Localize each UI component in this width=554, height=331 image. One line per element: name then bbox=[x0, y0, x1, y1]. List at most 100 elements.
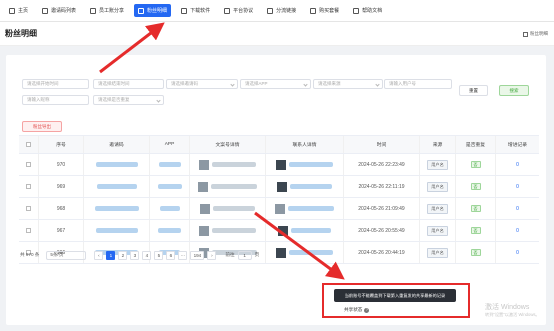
page-button[interactable]: 6 bbox=[166, 250, 176, 260]
row-time: 2024-05-26 22:23:49 bbox=[344, 154, 420, 175]
nav-item-fan-details[interactable]: 粉丝明细 bbox=[134, 4, 172, 17]
avatar bbox=[276, 159, 286, 170]
nav-item-employee-share[interactable]: 员工账分享 bbox=[86, 4, 128, 17]
row-checkbox[interactable] bbox=[26, 184, 31, 189]
avatar bbox=[199, 159, 209, 170]
record-link[interactable]: 0 bbox=[496, 242, 539, 263]
page-button[interactable]: 5 bbox=[154, 250, 164, 260]
nav-label: 分流链接 bbox=[276, 8, 297, 14]
prev-page-button[interactable]: ‹ bbox=[94, 250, 104, 260]
record-link[interactable]: 0 bbox=[496, 176, 539, 197]
source-select[interactable]: 请选择来源 bbox=[313, 79, 383, 89]
avatar bbox=[277, 181, 287, 192]
record-link[interactable]: 0 bbox=[496, 220, 539, 241]
breadcrumb: 粉丝明细 bbox=[523, 31, 548, 37]
chevron-down-icon bbox=[156, 98, 161, 103]
nav-item-split-link[interactable]: 分流链接 bbox=[263, 4, 300, 17]
record-link[interactable]: 0 bbox=[496, 198, 539, 219]
nav-item-protocol[interactable]: 平台协议 bbox=[220, 4, 257, 17]
page-button[interactable]: 4 bbox=[142, 250, 152, 260]
page-unit: 页 bbox=[254, 252, 260, 257]
table-row[interactable]: 967 2024-05-26 20:55:49 用户名 否 0 bbox=[19, 220, 539, 242]
redacted-invite-code bbox=[95, 162, 138, 167]
row-id: 969 bbox=[39, 176, 84, 197]
page-button[interactable]: 1 bbox=[106, 250, 116, 260]
row-checkbox[interactable] bbox=[26, 162, 31, 167]
page-button[interactable]: 3 bbox=[130, 250, 140, 260]
redacted-invite-code bbox=[96, 184, 137, 189]
user-number-input[interactable]: 请输入用户号 bbox=[384, 79, 452, 89]
cart-icon bbox=[310, 7, 317, 14]
list-icon bbox=[42, 7, 49, 14]
record-link[interactable]: 0 bbox=[496, 154, 539, 175]
row-time: 2024-05-26 21:09:49 bbox=[344, 198, 420, 219]
protocol-icon bbox=[224, 7, 231, 14]
repeat-tag: 否 bbox=[470, 205, 481, 212]
row-time: 2024-05-26 20:44:19 bbox=[344, 242, 420, 263]
col-repeat: 是否重复 bbox=[456, 136, 496, 153]
redacted-contact bbox=[290, 184, 332, 189]
help-icon bbox=[353, 7, 360, 14]
col-id: 序号 bbox=[39, 136, 84, 153]
page-ellipsis[interactable]: ··· bbox=[178, 250, 188, 260]
redacted-contact bbox=[291, 228, 331, 233]
nav-item-invite-codes[interactable]: 邀请码列表 bbox=[38, 4, 80, 17]
redacted-contact bbox=[288, 206, 334, 211]
source-tag: 用户名 bbox=[427, 159, 448, 170]
nickname-input[interactable]: 请输入昵称 bbox=[22, 95, 89, 105]
chevron-down-icon bbox=[230, 82, 235, 87]
row-id: 968 bbox=[39, 198, 84, 219]
home-icon[interactable] bbox=[523, 31, 528, 37]
table-row[interactable]: 968 2024-05-26 21:09:49 用户名 否 0 bbox=[19, 198, 539, 220]
chevron-down-icon bbox=[303, 82, 308, 87]
redacted-contact bbox=[289, 250, 333, 255]
invite-code-select[interactable]: 请选择邀请码 bbox=[166, 79, 238, 89]
nav-item-download[interactable]: 下载软件 bbox=[177, 4, 214, 17]
redacted-contact bbox=[289, 162, 333, 167]
breadcrumb-current: 粉丝明细 bbox=[530, 31, 548, 36]
app-select[interactable]: 请选择APP bbox=[240, 79, 311, 89]
nav-item-buy-plan[interactable]: 购买套餐 bbox=[306, 4, 343, 17]
redacted-copy-detail bbox=[211, 184, 257, 189]
goto-page-input[interactable]: 1 bbox=[237, 250, 252, 260]
next-page-button[interactable]: › bbox=[207, 250, 217, 260]
nav-label: 平台协议 bbox=[233, 8, 254, 14]
fans-table: 序号 邀请码 APP 文案号详情 联系人详情 时间 来源 是否重复 增进记录 9… bbox=[19, 135, 539, 264]
row-id: 970 bbox=[39, 154, 84, 175]
page-button[interactable]: 194 bbox=[190, 250, 205, 260]
col-copy-detail: 文案号详情 bbox=[190, 136, 266, 153]
row-checkbox[interactable] bbox=[26, 206, 31, 211]
page-size-select[interactable]: 5条/页 bbox=[46, 250, 87, 260]
nav-item-help[interactable]: 帮助文档 bbox=[349, 4, 386, 17]
pagination: 共 970 条 5条/页 ‹ 1 2 3 4 5 6 ··· 194 › 前往 … bbox=[20, 250, 259, 260]
redacted-app bbox=[159, 206, 180, 211]
nav-item-home[interactable]: 主页 bbox=[5, 4, 32, 17]
col-time: 时间 bbox=[344, 136, 420, 153]
repeat-select[interactable]: 请选择是否重复 bbox=[93, 95, 164, 105]
avatar bbox=[276, 247, 286, 258]
col-invite-code: 邀请码 bbox=[84, 136, 150, 153]
share-icon bbox=[90, 7, 97, 14]
page-title: 粉丝明细 bbox=[5, 29, 37, 38]
col-record: 增进记录 bbox=[507, 143, 528, 148]
select-all-checkbox[interactable] bbox=[26, 142, 31, 147]
table-row[interactable]: 969 2024-05-26 22:11:19 用户名 否 0 bbox=[19, 176, 539, 198]
col-contact-detail: 联系人详情 bbox=[266, 136, 344, 153]
end-time-filter[interactable]: 请选择结束时间 bbox=[93, 79, 164, 89]
search-button[interactable]: 搜索 bbox=[499, 85, 529, 96]
repeat-tag: 否 bbox=[470, 183, 481, 190]
export-fans-button[interactable]: 粉丝导出 bbox=[22, 121, 62, 132]
nav-label: 主页 bbox=[18, 8, 29, 14]
nav-label: 粉丝明细 bbox=[147, 8, 168, 14]
page-button[interactable]: 2 bbox=[118, 250, 128, 260]
source-tag: 用户名 bbox=[427, 181, 448, 192]
avatar bbox=[198, 181, 208, 192]
nav-label: 帮助文档 bbox=[362, 8, 383, 14]
col-source: 来源 bbox=[420, 136, 456, 153]
start-time-filter[interactable]: 请选择开始时间 bbox=[22, 79, 89, 89]
table-row[interactable]: 970 2024-05-26 22:23:49 用户名 否 0 bbox=[19, 154, 539, 176]
reset-button[interactable]: 重置 bbox=[459, 85, 488, 96]
avatar bbox=[278, 225, 288, 236]
nav-label: 下载软件 bbox=[190, 8, 211, 14]
row-checkbox[interactable] bbox=[26, 228, 31, 233]
